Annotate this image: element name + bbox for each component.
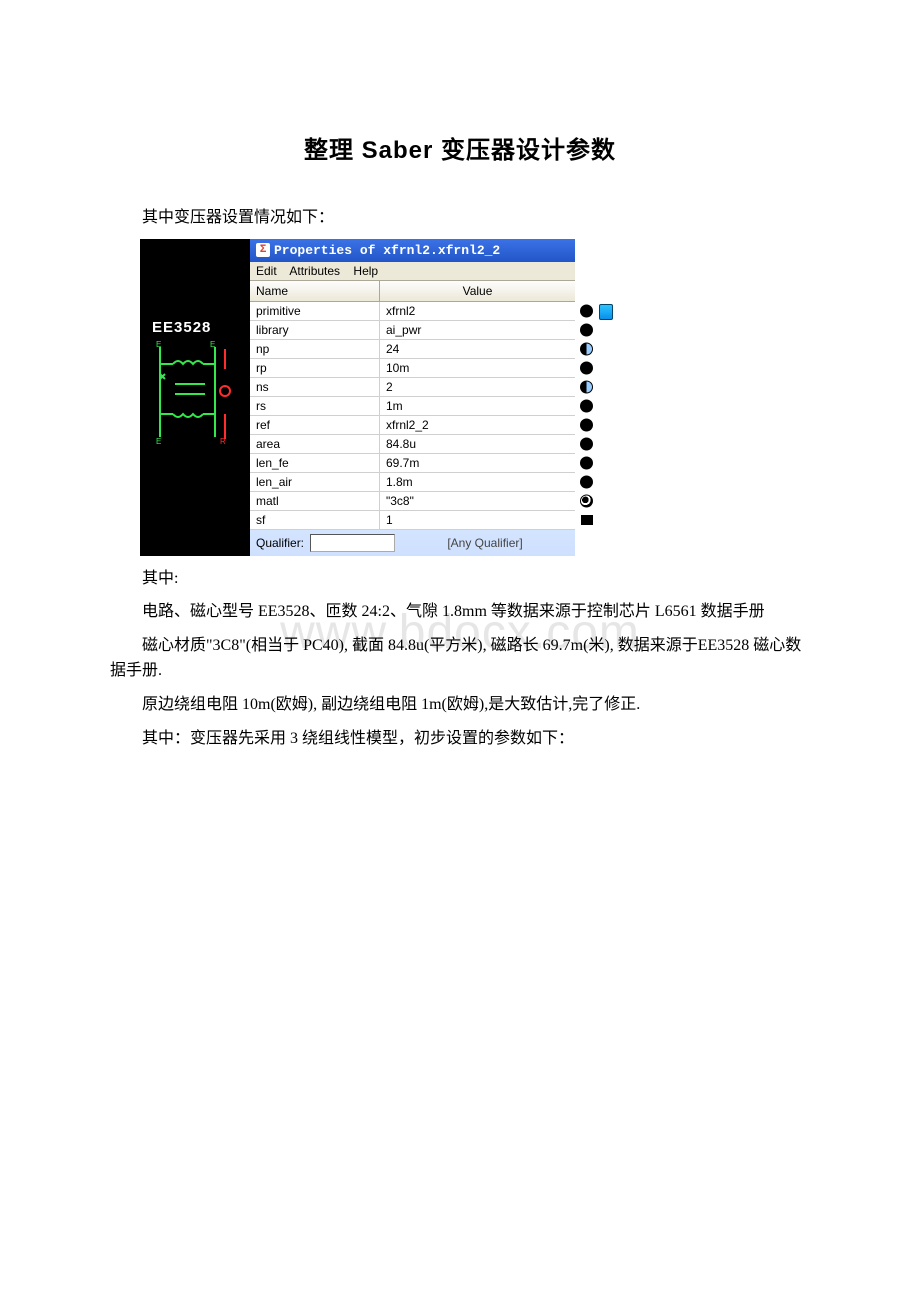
paragraph-where: 其中:	[110, 566, 810, 592]
qualifier-any-text: [Any Qualifier]	[401, 536, 569, 550]
visibility-dot-icon[interactable]	[580, 456, 593, 469]
window-titlebar: Σ Properties of xfrnl2.xfrnl2_2	[250, 239, 575, 262]
properties-window: Σ Properties of xfrnl2.xfrnl2_2 Edit Att…	[250, 239, 575, 556]
app-icon: Σ	[256, 243, 270, 257]
table-row[interactable]: rs1m	[250, 397, 575, 416]
svg-text:E: E	[210, 340, 215, 349]
cell-name: matl	[250, 492, 380, 510]
table-row[interactable]: primitivexfrnl2	[250, 302, 575, 321]
transformer-symbol-icon: E E E R	[155, 339, 245, 449]
cell-value: xfrnl2	[380, 302, 575, 320]
table-row[interactable]: len_fe69.7m	[250, 454, 575, 473]
schematic-refdes: EE3528	[152, 319, 211, 336]
table-row[interactable]: np24	[250, 340, 575, 359]
page-title: 整理 Saber 变压器设计参数	[110, 130, 810, 165]
paragraph-core: 磁心材质"3C8"(相当于 PC40), 截面 84.8u(平方米), 磁路长 …	[110, 633, 810, 684]
visibility-dot-icon[interactable]	[580, 380, 593, 393]
cell-value: 69.7m	[380, 454, 575, 472]
cell-name: len_air	[250, 473, 380, 491]
cell-name: primitive	[250, 302, 380, 320]
cell-name: rp	[250, 359, 380, 377]
cell-value: ai_pwr	[380, 321, 575, 339]
menu-attributes[interactable]: Attributes	[289, 264, 340, 278]
cell-value: "3c8"	[380, 492, 575, 510]
cell-value: xfrnl2_2	[380, 416, 575, 434]
cell-value: 2	[380, 378, 575, 396]
cell-name: ns	[250, 378, 380, 396]
cell-name: area	[250, 435, 380, 453]
visibility-dot-icon[interactable]	[580, 399, 593, 412]
table-row[interactable]: len_air1.8m	[250, 473, 575, 492]
visibility-dot-icon[interactable]	[580, 475, 593, 488]
paragraph-resistance: 原边绕组电阻 10m(欧姆), 副边绕组电阻 1m(欧姆),是大致估计,完了修正…	[110, 692, 810, 718]
visibility-dot-icon[interactable]	[580, 304, 593, 317]
cell-name: rs	[250, 397, 380, 415]
table-body: primitivexfrnl2libraryai_pwrnp24rp10mns2…	[250, 302, 575, 530]
table-row[interactable]: ns2	[250, 378, 575, 397]
table-row[interactable]: sf1	[250, 511, 575, 530]
cell-value: 10m	[380, 359, 575, 377]
cell-name: library	[250, 321, 380, 339]
property-info-icon[interactable]	[599, 304, 613, 320]
cell-value: 1m	[380, 397, 575, 415]
menu-bar: Edit Attributes Help	[250, 262, 575, 281]
table-row[interactable]: area84.8u	[250, 435, 575, 454]
visibility-dot-icon[interactable]	[580, 437, 593, 450]
properties-figure: EE3528	[140, 239, 575, 556]
cell-value: 84.8u	[380, 435, 575, 453]
window-title-text: Properties of xfrnl2.xfrnl2_2	[274, 243, 500, 258]
visibility-dot-icon[interactable]	[580, 323, 593, 336]
paragraph-circuit: 电路、磁心型号 EE3528、匝数 24:2、气隙 1.8mm 等数据来源于控制…	[110, 599, 810, 625]
cell-name: len_fe	[250, 454, 380, 472]
menu-help[interactable]: Help	[353, 264, 378, 278]
table-row[interactable]: libraryai_pwr	[250, 321, 575, 340]
paragraph-model: 其中：变压器先采用 3 绕组线性模型，初步设置的参数如下：	[110, 726, 810, 752]
header-name[interactable]: Name	[250, 281, 380, 301]
cell-value: 1	[380, 511, 575, 529]
qualifier-label: Qualifier:	[256, 536, 304, 550]
header-value[interactable]: Value	[380, 281, 575, 301]
visibility-dot-icon[interactable]	[580, 494, 593, 507]
visibility-dot-icon[interactable]	[580, 342, 593, 355]
visibility-dot-icon[interactable]	[581, 515, 593, 525]
paragraph-intro: 其中变压器设置情况如下：	[110, 205, 810, 231]
cell-name: np	[250, 340, 380, 358]
cell-name: ref	[250, 416, 380, 434]
menu-edit[interactable]: Edit	[256, 264, 277, 278]
table-row[interactable]: rp10m	[250, 359, 575, 378]
visibility-dot-icon[interactable]	[580, 361, 593, 374]
cell-value: 1.8m	[380, 473, 575, 491]
table-row[interactable]: matl"3c8"	[250, 492, 575, 511]
cell-name: sf	[250, 511, 380, 529]
svg-text:E: E	[156, 437, 161, 446]
qualifier-input[interactable]	[310, 534, 395, 552]
visibility-dot-icon[interactable]	[580, 418, 593, 431]
schematic-panel: EE3528	[140, 239, 250, 556]
qualifier-row: Qualifier: [Any Qualifier]	[250, 530, 575, 556]
svg-text:E: E	[156, 340, 161, 349]
table-row[interactable]: refxfrnl2_2	[250, 416, 575, 435]
table-header: Name Value	[250, 281, 575, 302]
svg-text:R: R	[220, 437, 226, 446]
cell-value: 24	[380, 340, 575, 358]
